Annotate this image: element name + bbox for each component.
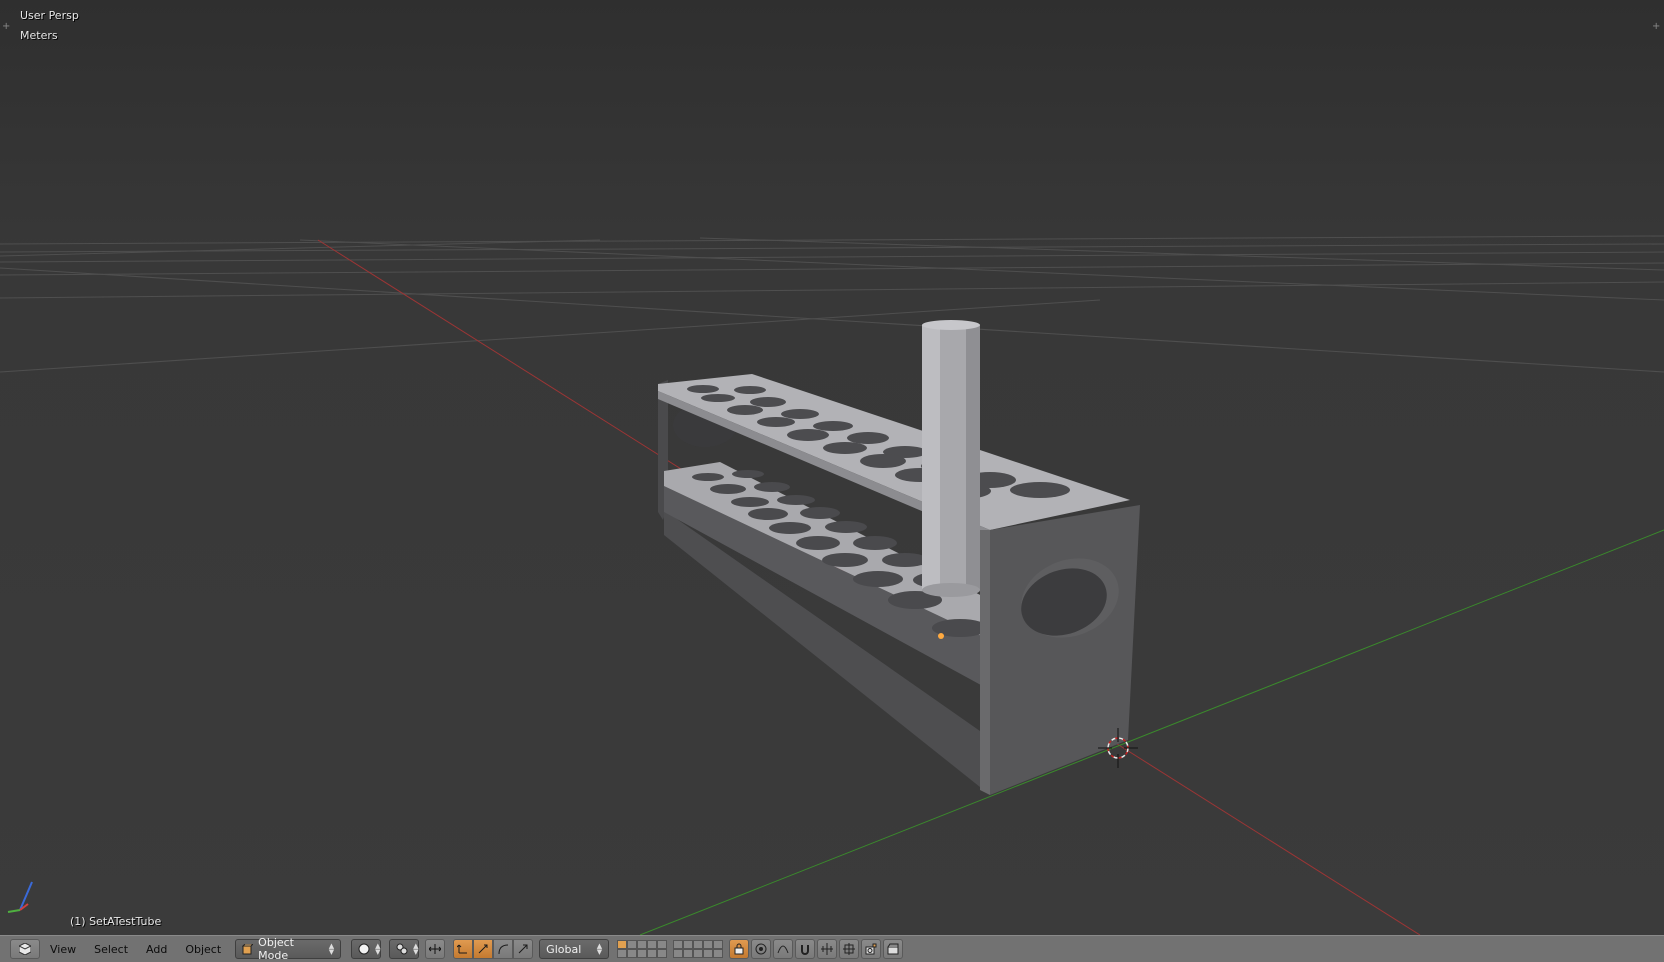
rotate-manipulator-button[interactable] [473,939,494,959]
lock-icon [733,943,745,955]
layer-grid-b[interactable] [673,940,724,958]
manipulator-toggle-button[interactable] [425,939,446,959]
proportional-circle-icon [755,943,767,955]
3d-view-icon [19,943,31,955]
layer-toggle[interactable] [703,949,714,958]
layer-toggle[interactable] [693,940,704,949]
y-axis-line [639,529,1664,935]
lock-layers-button[interactable] [729,939,750,959]
layer-toggle[interactable] [673,949,684,958]
layer-toggle[interactable] [713,940,724,949]
layer-toggle[interactable] [673,940,684,949]
manipulator-icon [429,943,442,955]
rotate-arc-icon [477,943,489,955]
solid-sphere-icon [358,943,370,955]
layer-toggle[interactable] [617,949,628,958]
grid-line [0,251,1664,263]
test-tube-mesh[interactable] [922,320,980,597]
view-name-label: User Persp [20,9,79,22]
layer-toggle[interactable] [703,940,714,949]
select-menu[interactable]: Select [86,939,136,959]
layer-toggle[interactable] [637,940,648,949]
snap-toggle-button[interactable] [795,939,816,959]
translate-manipulator-button[interactable] [453,939,474,959]
render-camera-button[interactable] [861,939,882,959]
dropdown-arrows-icon: ▲ ▼ [413,942,419,956]
snap-target-icon [843,943,856,955]
clapperboard-icon [887,943,899,955]
layer-toggle[interactable] [657,940,668,949]
layer-toggle[interactable] [657,949,668,958]
grid-line [0,243,1664,253]
grid-line [699,237,1664,271]
falloff-curve-icon [777,943,789,955]
camera-icon [865,943,877,955]
floor-grid [0,235,1664,373]
add-menu[interactable]: Add [138,939,175,959]
grid-line [0,262,1664,276]
grid-line [0,267,1664,373]
view-menu[interactable]: View [42,939,84,959]
layer-toggle[interactable] [627,940,638,949]
layer-toggle[interactable] [627,949,638,958]
grid-line [0,281,1664,299]
snap-magnet-icon [799,943,811,955]
pivot-point-dropdown[interactable]: ▲ ▼ [389,939,420,959]
snap-target-button[interactable] [839,939,860,959]
dropdown-arrows-icon: ▲ ▼ [596,942,603,956]
test-tube-rack-mesh[interactable] [658,320,1140,795]
grid-line [299,239,1664,301]
object-menu[interactable]: Object [177,939,229,959]
3d-viewport[interactable]: User Persp Meters (1) SetATestTube + + [0,0,1664,935]
layer-toggle[interactable] [683,940,694,949]
object-mode-icon [242,943,254,955]
translate-arrow-icon [457,943,469,955]
scene-canvas[interactable] [0,0,1664,935]
viewport-header: View Select Add Object Object Mode ▲ ▼ ▲ ▼… [0,935,1664,962]
snap-increment-icon [821,943,834,955]
scale-manipulator-button[interactable] [493,939,514,959]
snap-element-button[interactable] [817,939,838,959]
object-origin-dot [938,633,944,639]
diagonal-arrow-icon [517,943,529,955]
mode-dropdown[interactable]: Object Mode ▲ ▼ [235,936,342,962]
normal-manipulator-button[interactable] [513,939,534,959]
active-object-label: (1) SetATestTube [70,915,162,928]
scale-curve-icon [497,943,509,955]
layer-toggle[interactable] [683,949,694,958]
dropdown-arrows-icon: ▲ ▼ [328,942,335,956]
pivot-point-icon [396,943,408,955]
layer-toggle[interactable] [647,949,658,958]
layer-toggle[interactable] [647,940,658,949]
orientation-label: Global [546,942,582,956]
layer-toggle[interactable] [637,949,648,958]
mode-label: Object Mode [258,936,294,962]
falloff-button[interactable] [773,939,794,959]
layer-toggle[interactable] [693,949,704,958]
dropdown-arrows-icon: ▲ ▼ [375,942,381,956]
layer-grid-a[interactable] [617,940,668,958]
viewport-shading-dropdown[interactable]: ▲ ▼ [351,939,382,959]
units-label: Meters [20,29,58,42]
axis-gizmo-icon [7,881,33,913]
proportional-edit-button[interactable] [751,939,772,959]
layer-toggle[interactable] [713,949,724,958]
render-animation-button[interactable] [883,939,904,959]
transform-orientation-dropdown[interactable]: Global ▲ ▼ [539,939,610,959]
editor-type-button[interactable] [10,939,40,959]
layer-toggle[interactable] [617,940,628,949]
area-split-handle-icon[interactable]: + [1652,22,1662,32]
area-split-handle-icon[interactable]: + [2,22,12,32]
